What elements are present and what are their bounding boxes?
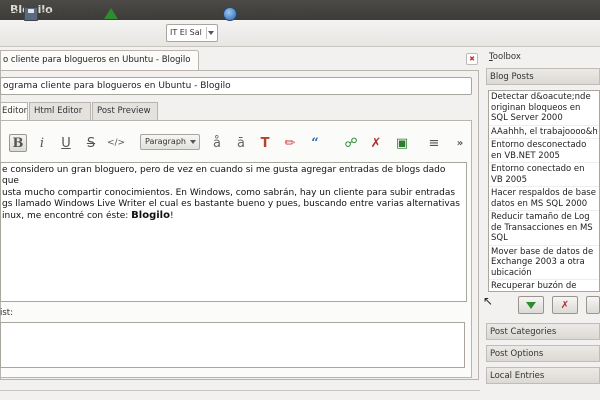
eraser-icon[interactable]: ✏	[281, 134, 299, 152]
local-entries-header[interactable]: Local Entries	[486, 367, 600, 384]
blog-posts-list[interactable]: Detectar d&oacute;nde originan bloqueos …	[488, 90, 600, 292]
document-tab-label: o cliente para blogueros en Ubuntu - Blo…	[3, 55, 191, 65]
list-item[interactable]: Recuperar buzón de corre Exchange 2003	[489, 280, 599, 291]
open-in-browser-button[interactable]: Open in browser	[223, 5, 310, 22]
code-button[interactable]: </>	[107, 134, 125, 152]
list-item[interactable]: Mover base de datos de Exchange 2003 a o…	[489, 246, 599, 280]
paragraph-style-select[interactable]: Paragraph	[140, 134, 200, 150]
list-item[interactable]: Detectar d&oacute;nde originan bloqueos …	[489, 91, 599, 126]
more-post-actions-button[interactable]	[586, 296, 600, 314]
blockquote-icon[interactable]: “	[306, 134, 324, 152]
tab-post-preview[interactable]: Post Preview	[92, 102, 158, 120]
add-link-icon[interactable]: ☍	[342, 134, 360, 152]
chevron-down-icon	[190, 140, 196, 144]
toolbox-title-rest: oolbox	[492, 52, 521, 62]
more-tools-icon[interactable]: »	[451, 134, 469, 152]
content-bold-text: Blogilo	[131, 210, 170, 222]
content-line: gs llamado Windows Live Writer el cual e…	[2, 198, 460, 209]
post-title-value: ograma cliente para blogueros en Ubuntu …	[3, 81, 231, 91]
tags-input[interactable]	[0, 322, 465, 368]
list-item[interactable]: Entorno desconectado en VB.NET 2005	[489, 139, 599, 163]
content-line: inux, me encontré con éste: Blogilo!	[2, 210, 465, 222]
remove-link-icon[interactable]: ✗	[367, 134, 385, 152]
post-categories-label: Post Categories	[490, 327, 557, 337]
post-categories-header[interactable]: Post Categories	[486, 323, 600, 340]
content-end-text: !	[169, 211, 174, 222]
paragraph-style-value: Paragraph	[145, 137, 186, 146]
post-options-header[interactable]: Post Options	[486, 345, 600, 362]
floppy-disk-icon	[24, 6, 38, 21]
content-line: e considero un gran bloguero, pero de ve…	[2, 165, 446, 187]
submit-button[interactable]: Submit	[104, 5, 151, 22]
list-item[interactable]: Entorno conectado en VB 2005	[489, 163, 599, 187]
open-in-browser-label: Open in browser	[240, 8, 310, 19]
blog-select[interactable]: IT El Sal	[166, 24, 218, 42]
tab-html-editor[interactable]: Html Editor	[29, 102, 91, 120]
main-toolbar	[0, 20, 600, 47]
post-label: Post	[0, 8, 18, 19]
list-item[interactable]: Reducir tamaño de Log de Transacciones e…	[489, 211, 599, 246]
italic-button[interactable]: i	[33, 134, 51, 152]
highlight-icon[interactable]: ā	[232, 134, 250, 152]
content-line-text: inux, me encontré con éste:	[2, 211, 132, 222]
tab-post-preview-label: Post Preview	[97, 106, 151, 116]
tab-editor[interactable]: Editor	[0, 102, 28, 121]
font-color-icon[interactable]: å	[208, 134, 226, 152]
globe-icon	[223, 6, 237, 21]
underline-button[interactable]: U	[57, 134, 75, 152]
tab-html-editor-label: Html Editor	[34, 106, 83, 116]
submit-arrow-icon	[104, 8, 118, 19]
tags-label: ist:	[0, 308, 13, 318]
submit-label: Submit	[121, 8, 152, 19]
blog-posts-header[interactable]: Blog Posts	[486, 68, 600, 85]
toolbox-title: Toolbox	[489, 52, 521, 62]
status-bar	[0, 390, 480, 400]
remove-icon: ✗	[560, 299, 570, 311]
align-left-icon[interactable]: ≡	[425, 134, 443, 152]
post-button[interactable]: Post	[0, 5, 18, 22]
local-entries-label: Local Entries	[490, 371, 545, 381]
list-item[interactable]: AAahhh, el trabajoooo&h	[489, 126, 599, 139]
save-locally-button[interactable]: Save Locally	[24, 5, 94, 22]
blog-posts-label: Blog Posts	[490, 72, 534, 82]
mouse-cursor-icon: ↖	[483, 294, 494, 308]
post-options-label: Post Options	[490, 349, 544, 359]
chevron-down-icon	[206, 27, 215, 39]
tab-editor-label: Editor	[2, 106, 28, 116]
remove-post-button[interactable]: ✗	[552, 296, 578, 314]
post-content-editor[interactable]: e considero un gran bloguero, pero de ve…	[0, 162, 467, 302]
post-title-input[interactable]: ograma cliente para blogueros en Ubuntu …	[0, 77, 472, 95]
document-tab[interactable]: o cliente para blogueros en Ubuntu - Blo…	[0, 50, 199, 70]
insert-image-icon[interactable]: ▣	[393, 134, 411, 152]
text-format-icon[interactable]: T	[256, 134, 274, 152]
list-item[interactable]: Hacer respaldos de base datos en MS SQL …	[489, 187, 599, 211]
blog-select-value: IT El Sal	[170, 28, 202, 37]
down-arrow-icon	[526, 301, 536, 309]
strikethrough-button[interactable]: S	[82, 134, 100, 152]
bold-button[interactable]: B	[9, 134, 27, 152]
content-line: usta mucho compartir conocimientos. En W…	[2, 187, 456, 198]
close-tab-icon[interactable]	[466, 53, 478, 65]
fetch-posts-button[interactable]	[518, 296, 544, 314]
save-locally-label: Save Locally	[41, 8, 94, 19]
